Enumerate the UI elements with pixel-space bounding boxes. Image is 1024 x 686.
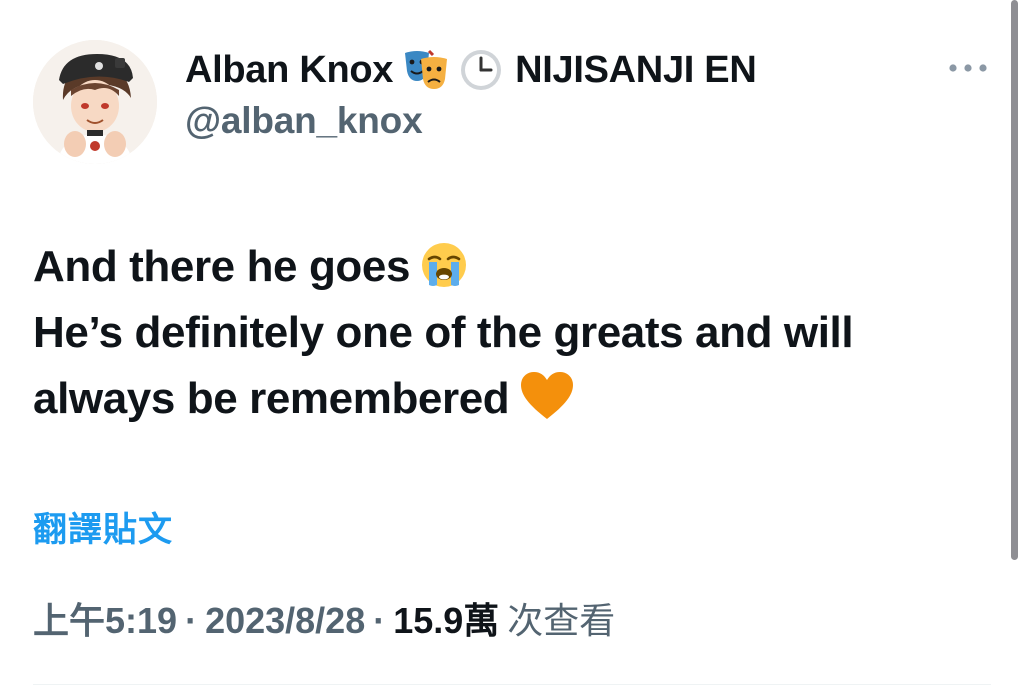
tweet-meta: 上午5:19 · 2023/8/28 · 15.9萬 次查看 [33,592,615,644]
translate-post-link[interactable]: 翻譯貼文 [33,502,173,551]
views-label: 次查看 [507,600,616,641]
affiliation: NIJISANJI EN [515,48,757,91]
tweet-line: And there he goes [33,234,998,300]
handle[interactable]: @alban_knox [185,100,423,142]
tweet-line: He’s definitely one of the greats and wi… [33,308,854,357]
separator: · [373,600,386,641]
scrollbar[interactable] [1011,0,1018,560]
divider [33,684,991,685]
tweet-page: Alban Knox NIJISANJI EN @alban_knox And … [0,0,1024,686]
more-button[interactable] [942,52,994,84]
clock-icon [459,48,503,92]
display-name[interactable]: Alban Knox [185,49,393,92]
post-date[interactable]: 2023/8/28 [205,600,365,642]
orange-heart-icon [519,371,575,421]
separator: · [185,600,198,641]
tweet-line-text: always be remembered [33,374,510,423]
views-count: 15.9萬 [393,600,500,641]
more-icon [948,63,988,73]
tweet-line: always be remembered [33,366,998,432]
performing-arts-icon [403,49,449,91]
post-time[interactable]: 上午5:19 [33,592,177,644]
tweet-line-text: And there he goes [33,242,411,291]
author-name-row: Alban Knox NIJISANJI EN [185,44,757,96]
tweet-text: And there he goes He’s definitely one of… [33,234,998,432]
loudly-crying-face-icon [420,241,468,289]
avatar[interactable] [33,40,157,164]
